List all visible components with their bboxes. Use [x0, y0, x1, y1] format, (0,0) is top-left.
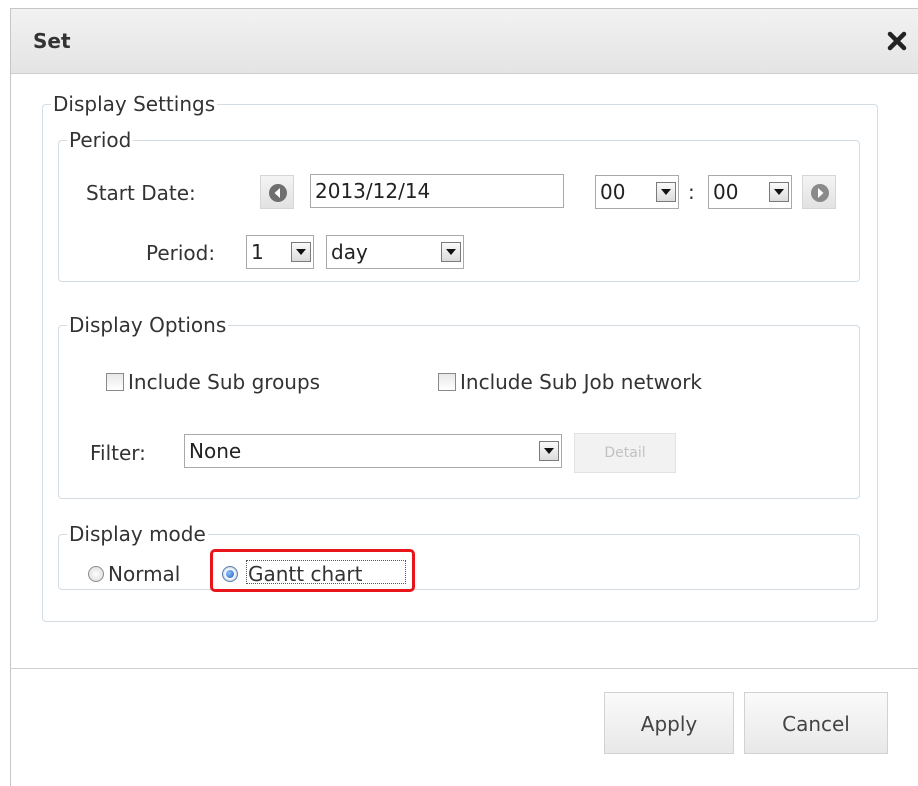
- start-date-input[interactable]: 2013/12/14: [310, 174, 564, 208]
- chevron-down-icon: [769, 182, 789, 202]
- normal-radio[interactable]: [88, 566, 104, 582]
- display-options-legend: Display Options: [69, 313, 227, 337]
- highlight-annotation: [210, 549, 415, 592]
- display-settings-legend: Display Settings: [53, 92, 216, 116]
- apply-button[interactable]: Apply: [604, 692, 734, 754]
- filter-value: None: [189, 439, 242, 463]
- chevron-down-icon: [539, 441, 559, 461]
- period-count-select[interactable]: 1: [246, 235, 314, 269]
- footer-divider: [10, 668, 918, 669]
- display-mode-legend: Display mode: [69, 522, 206, 546]
- period-unit-select[interactable]: day: [326, 235, 464, 269]
- detail-button[interactable]: Detail: [574, 433, 676, 473]
- chevron-down-icon: [291, 242, 311, 262]
- include-sub-groups-checkbox[interactable]: [106, 373, 124, 391]
- filter-label: Filter:: [90, 441, 146, 465]
- period-count-value: 1: [251, 240, 264, 264]
- previous-date-button[interactable]: [260, 175, 294, 209]
- display-options-group: Display Options: [58, 313, 860, 499]
- filter-select[interactable]: None: [184, 434, 562, 468]
- start-date-label: Start Date:: [86, 181, 196, 205]
- minute-select[interactable]: 00: [708, 175, 792, 209]
- arrow-left-icon: [269, 184, 287, 202]
- include-sub-job-network-label: Include Sub Job network: [460, 370, 702, 394]
- minute-value: 00: [713, 180, 739, 204]
- next-date-button[interactable]: [802, 175, 836, 209]
- dialog-titlebar: Set: [11, 9, 918, 74]
- chevron-down-icon: [656, 182, 676, 202]
- period-unit-value: day: [331, 240, 368, 264]
- close-icon[interactable]: [885, 29, 909, 53]
- arrow-right-icon: [811, 184, 829, 202]
- hour-value: 00: [600, 180, 626, 204]
- hour-select[interactable]: 00: [595, 175, 679, 209]
- cancel-button[interactable]: Cancel: [744, 692, 888, 754]
- dialog-title: Set: [33, 29, 71, 53]
- include-sub-groups-label: Include Sub groups: [128, 370, 321, 394]
- period-legend: Period: [69, 128, 132, 152]
- period-label: Period:: [146, 241, 216, 265]
- chevron-down-icon: [441, 242, 461, 262]
- normal-radio-label: Normal: [108, 562, 181, 586]
- include-sub-job-network-checkbox[interactable]: [438, 373, 456, 391]
- time-separator: :: [688, 180, 695, 204]
